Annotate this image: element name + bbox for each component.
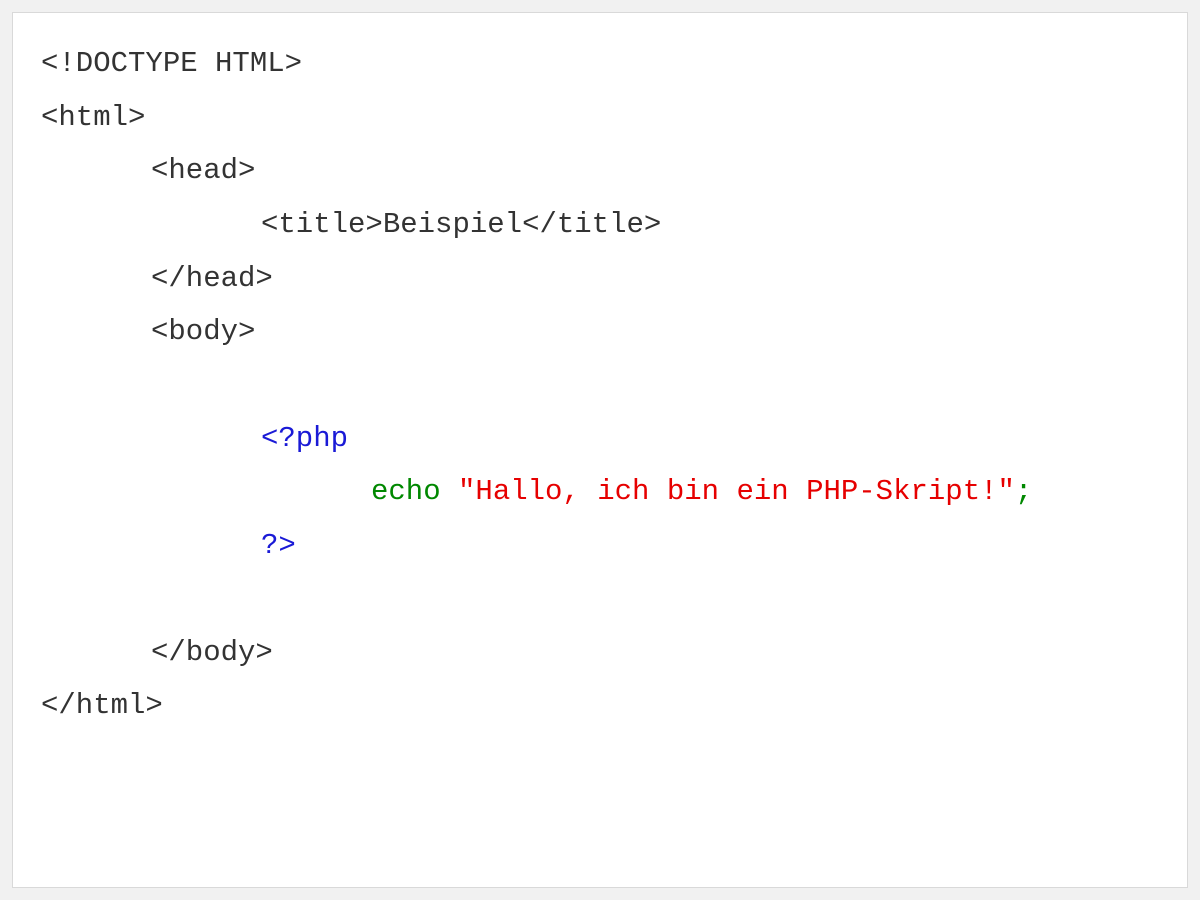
code-line-html-open: <html>: [41, 91, 1159, 145]
code-snippet-container: <!DOCTYPE HTML> <html> <head> <title>Bei…: [12, 12, 1188, 888]
code-text: <title>: [261, 208, 383, 241]
code-line-echo: echo "Hallo, ich bin ein PHP-Skript!";: [41, 465, 1159, 519]
php-string: "Hallo, ich bin ein PHP-Skript!": [458, 475, 1015, 508]
code-line-html-close: </html>: [41, 679, 1159, 733]
code-line-title: <title>Beispiel</title>: [41, 198, 1159, 252]
code-text: </head>: [151, 262, 273, 295]
blank-line: [41, 573, 1159, 626]
php-close-tag: ?>: [261, 529, 296, 562]
blank-line: [41, 359, 1159, 412]
code-text: <html>: [41, 101, 145, 134]
code-line-doctype: <!DOCTYPE HTML>: [41, 37, 1159, 91]
code-text: Beispiel: [383, 208, 522, 241]
code-line-php-close: ?>: [41, 519, 1159, 573]
code-line-head-close: </head>: [41, 252, 1159, 306]
code-text: </html>: [41, 689, 163, 722]
code-text: <!DOCTYPE HTML>: [41, 47, 302, 80]
code-text: <head>: [151, 154, 255, 187]
code-line-php-open: <?php: [41, 412, 1159, 466]
code-text: </body>: [151, 636, 273, 669]
code-line-body-close: </body>: [41, 626, 1159, 680]
php-semicolon: ;: [1015, 475, 1032, 508]
php-keyword: echo: [371, 475, 458, 508]
php-open-tag: <?php: [261, 422, 348, 455]
code-text: <body>: [151, 315, 255, 348]
code-line-head-open: <head>: [41, 144, 1159, 198]
code-line-body-open: <body>: [41, 305, 1159, 359]
code-text: </title>: [522, 208, 661, 241]
